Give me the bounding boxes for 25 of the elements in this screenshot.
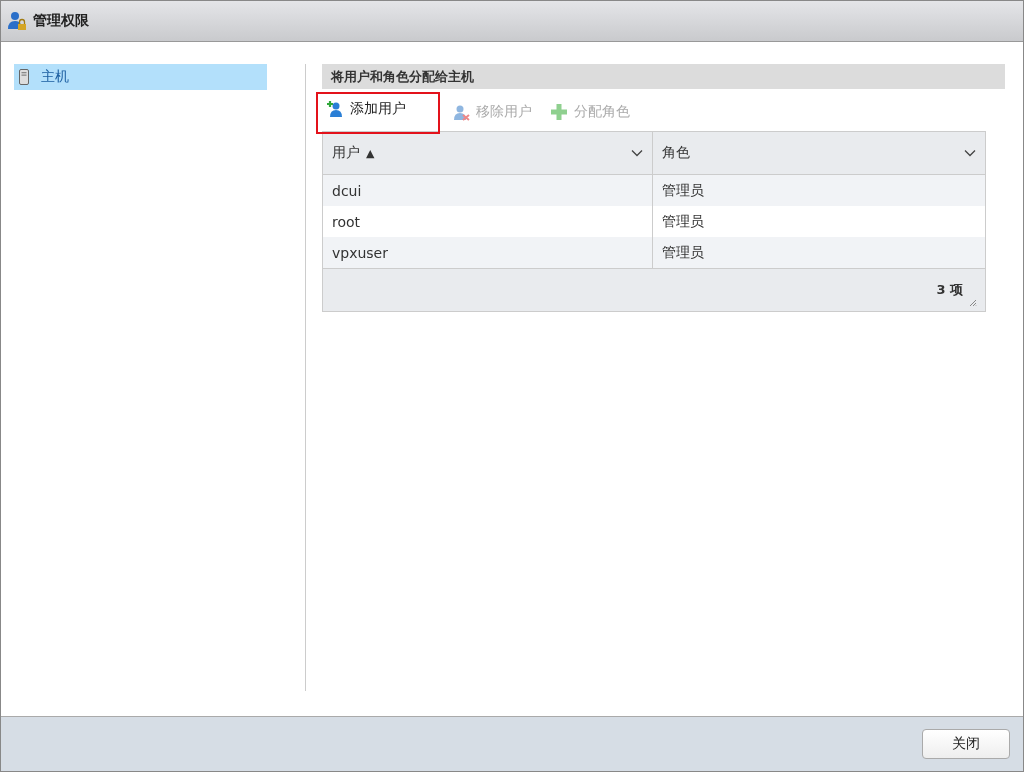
table-row[interactable]: dcui 管理员: [323, 175, 985, 206]
user-lock-icon: [7, 11, 27, 31]
window-title: 管理权限: [33, 12, 89, 30]
chevron-down-icon[interactable]: [631, 149, 643, 157]
column-header[interactable]: 用户 ▲: [323, 132, 653, 174]
column-label: 角色: [662, 144, 690, 162]
table-cell-text: 管理员: [661, 180, 705, 200]
remove-user-icon: [452, 103, 470, 121]
column-header[interactable]: 角色: [653, 132, 985, 174]
server-icon: [19, 69, 29, 85]
item-count: 3 项: [936, 281, 963, 299]
table-cell-text: 管理员: [661, 211, 705, 231]
sort-indicator: ▲: [366, 146, 375, 160]
close-button[interactable]: 关闭: [922, 729, 1010, 759]
toolbar-button[interactable]: 添加用户: [322, 98, 410, 120]
table-row[interactable]: vpxuser 管理员: [323, 237, 985, 268]
column-label: 用户: [332, 144, 360, 162]
section-title: 将用户和角色分配给主机: [331, 67, 474, 86]
chevron-down-icon[interactable]: [964, 149, 976, 157]
sidebar-item[interactable]: 主机: [14, 64, 267, 90]
plus-icon: [550, 103, 568, 121]
resize-grip-icon[interactable]: [969, 299, 977, 307]
table-cell: dcui: [323, 175, 653, 206]
add-user-icon: [326, 100, 344, 118]
table-cell-text: 管理员: [661, 242, 705, 262]
